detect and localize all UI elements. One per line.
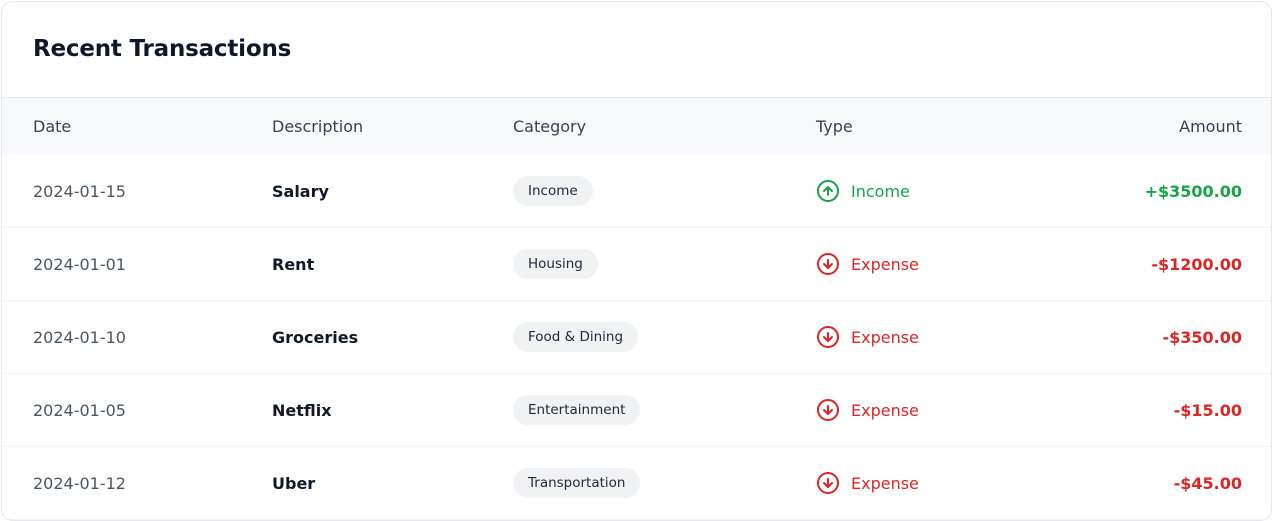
transaction-description: Netflix bbox=[272, 400, 332, 420]
column-header-date: Date bbox=[33, 117, 72, 136]
type-indicator: Income bbox=[816, 179, 910, 203]
category-badge: Housing bbox=[513, 249, 598, 279]
card-title: Recent Transactions bbox=[33, 35, 292, 62]
arrow-down-circle-icon bbox=[816, 325, 840, 349]
transaction-amount: -$350.00 bbox=[1162, 327, 1242, 347]
arrow-down-circle-icon bbox=[816, 471, 840, 495]
table-row[interactable]: 2024-01-10 Groceries Food & Dining Expen… bbox=[2, 301, 1271, 374]
category-badge: Transportation bbox=[513, 468, 641, 498]
transaction-amount: -$45.00 bbox=[1173, 473, 1242, 493]
arrow-down-circle-icon bbox=[816, 398, 840, 422]
type-label: Expense bbox=[851, 254, 919, 274]
table-row[interactable]: 2024-01-05 Netflix Entertainment Expense… bbox=[2, 374, 1271, 447]
type-indicator: Expense bbox=[816, 398, 919, 422]
table-row[interactable]: 2024-01-01 Rent Housing Expense -$1200.0… bbox=[2, 228, 1271, 301]
transaction-amount: +$3500.00 bbox=[1144, 181, 1242, 201]
transaction-amount: -$1200.00 bbox=[1151, 254, 1242, 274]
column-header-description: Description bbox=[272, 117, 364, 136]
transactions-card: Recent Transactions Date Description Cat… bbox=[1, 1, 1272, 521]
type-label: Income bbox=[851, 181, 910, 201]
card-header: Recent Transactions bbox=[2, 2, 1271, 98]
transaction-date: 2024-01-10 bbox=[33, 327, 126, 347]
transaction-date: 2024-01-01 bbox=[33, 254, 126, 274]
transaction-date: 2024-01-15 bbox=[33, 181, 126, 201]
transaction-description: Groceries bbox=[272, 327, 359, 347]
category-badge: Entertainment bbox=[513, 395, 641, 425]
transactions-table: Date Description Category Type Amount 20… bbox=[2, 98, 1271, 520]
column-header-category: Category bbox=[513, 117, 587, 136]
arrow-down-circle-icon bbox=[816, 252, 840, 276]
transaction-date: 2024-01-05 bbox=[33, 400, 126, 420]
table-header-row: Date Description Category Type Amount bbox=[2, 98, 1271, 155]
type-indicator: Expense bbox=[816, 252, 919, 276]
transaction-amount: -$15.00 bbox=[1173, 400, 1242, 420]
category-badge: Food & Dining bbox=[513, 322, 639, 352]
table-row[interactable]: 2024-01-12 Uber Transportation Expense -… bbox=[2, 447, 1271, 520]
arrow-up-circle-icon bbox=[816, 179, 840, 203]
category-badge: Income bbox=[513, 176, 593, 206]
type-indicator: Expense bbox=[816, 471, 919, 495]
type-indicator: Expense bbox=[816, 325, 919, 349]
table-row[interactable]: 2024-01-15 Salary Income Income +$3500.0… bbox=[2, 155, 1271, 228]
transaction-description: Rent bbox=[272, 254, 315, 274]
column-header-type: Type bbox=[816, 117, 853, 136]
transaction-description: Salary bbox=[272, 181, 329, 201]
column-header-amount: Amount bbox=[1179, 117, 1242, 136]
type-label: Expense bbox=[851, 327, 919, 347]
type-label: Expense bbox=[851, 473, 919, 493]
transaction-description: Uber bbox=[272, 473, 316, 493]
type-label: Expense bbox=[851, 400, 919, 420]
transaction-date: 2024-01-12 bbox=[33, 473, 126, 493]
